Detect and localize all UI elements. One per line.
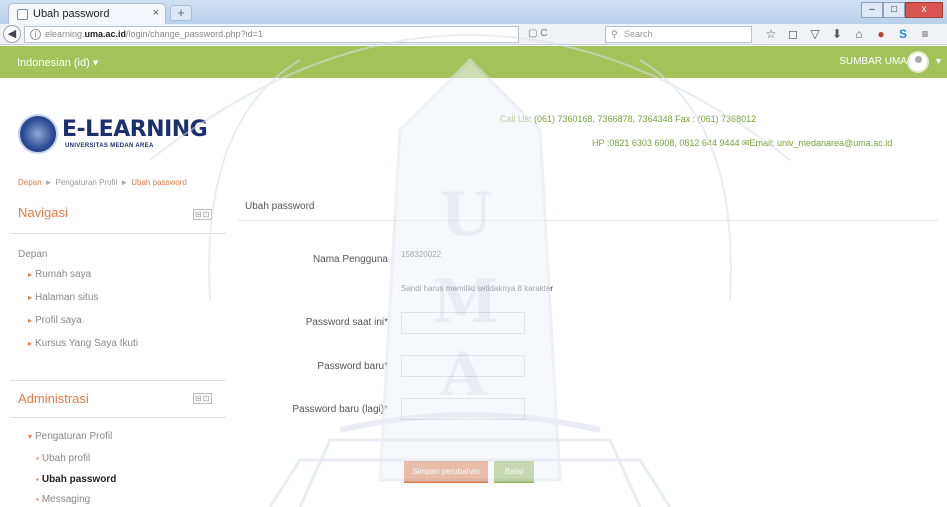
site-topbar: Indonesian (id) ▾ SUMBAR UMA ▾ — [0, 46, 947, 78]
browser-tab[interactable]: Ubah password × — [8, 3, 166, 24]
sidebar-item-label: Rumah saya — [35, 269, 92, 280]
cancel-button[interactable]: Batal — [494, 461, 534, 483]
sidebar-item-change-password[interactable]: ▪ Ubah password — [36, 474, 116, 485]
minimize-button[interactable]: – — [861, 2, 883, 18]
close-window-button[interactable]: x — [905, 2, 943, 18]
breadcrumb-separator: ► — [44, 178, 53, 187]
bullet-icon: ▸ — [28, 293, 33, 302]
breadcrumb-current[interactable]: Ubah password — [131, 178, 187, 187]
breadcrumb-home[interactable]: Depan — [18, 178, 42, 187]
sidebar-item-my-profile[interactable]: ▸ Profil saya — [28, 315, 82, 326]
maximize-button[interactable]: □ — [883, 2, 905, 18]
breadcrumb: Depan ► Pengaturan Profil ► Ubah password — [18, 178, 187, 187]
home-icon[interactable]: ⌂ — [848, 26, 870, 43]
sidebar-item-label: Halaman situs — [35, 292, 99, 303]
browser-titlebar: Ubah password × + – □ x — [0, 0, 947, 24]
new-password-label: Password baru* — [317, 361, 388, 372]
tab-title: Ubah password — [33, 8, 110, 20]
reload-icon[interactable]: ▢ C — [522, 26, 602, 43]
heading-divider — [238, 220, 938, 221]
sidebar-item-messaging[interactable]: ▪ Messaging — [36, 494, 90, 505]
pocket-icon[interactable]: ▽ — [804, 26, 826, 43]
new-password-again-label: Password baru (lagi)* — [292, 404, 388, 415]
current-password-input[interactable] — [401, 312, 525, 334]
current-password-label: Password saat ini* — [305, 317, 388, 328]
sidebar-item-label: Ubah password — [41, 474, 117, 485]
bullet-icon: ▸ — [28, 316, 33, 325]
breadcrumb-profile-settings[interactable]: Pengaturan Profil — [56, 178, 118, 187]
sidebar-item-site-pages[interactable]: ▸ Halaman situs — [28, 292, 98, 303]
username-label: Nama Pengguna — [312, 254, 388, 265]
administration-divider — [10, 417, 226, 418]
tab-close-icon[interactable]: × — [153, 7, 159, 19]
sidebar-item-label: Messaging — [41, 494, 91, 505]
sidebar-item-label: Profil saya — [35, 315, 82, 326]
search-placeholder: Search — [624, 29, 653, 39]
address-bar[interactable]: i elearning.uma.ac.id/login/change_passw… — [24, 26, 519, 43]
info-icon[interactable]: i — [30, 29, 41, 40]
user-name[interactable]: SUMBAR UMA — [839, 56, 907, 67]
bookmark-star-icon[interactable]: ☆ — [760, 26, 782, 43]
user-menu-caret-icon[interactable]: ▾ — [936, 56, 941, 67]
university-logo[interactable] — [18, 114, 58, 154]
sidebar-item-label: Pengaturan Profil — [35, 431, 113, 442]
url-path: /login/change_password.php?id=1 — [126, 29, 263, 39]
bullet-icon: ▸ — [28, 270, 33, 279]
skype-icon[interactable]: S — [892, 26, 914, 43]
adblock-icon[interactable]: ● — [870, 26, 892, 43]
site-title[interactable]: E-LEARNING — [62, 117, 208, 142]
sidebar-item-label: Kursus Yang Saya Ikuti — [35, 338, 139, 349]
expanded-icon: ▾ — [28, 432, 33, 441]
contact-phone: Call Us: (061) 7360168, 7366878, 7364348… — [500, 114, 757, 124]
contact-email: HP :0821 6303 6908, 0812 644 9444 ✉Email… — [592, 138, 893, 148]
breadcrumb-separator: ► — [120, 178, 129, 187]
bullet-icon: ▸ — [28, 339, 33, 348]
sidebar-item-my-home[interactable]: ▸ Rumah saya — [28, 269, 91, 280]
url-domain: uma.ac.id — [84, 29, 127, 39]
sidebar-item-label: Ubah profil — [41, 453, 91, 464]
username-value: 158320022 — [401, 250, 442, 259]
download-icon[interactable]: ⬇ — [826, 26, 848, 43]
avatar[interactable] — [907, 51, 929, 73]
page-favicon-icon — [17, 9, 28, 20]
administration-dock-icon[interactable]: ⊟⊡ — [193, 393, 213, 404]
sidebar-item-home[interactable]: Depan — [18, 249, 47, 260]
save-button[interactable]: Simpan perubahan — [404, 461, 488, 483]
administration-divider-top — [10, 380, 226, 381]
new-tab-button[interactable]: + — [170, 5, 192, 21]
menu-icon[interactable]: ≡ — [914, 26, 936, 43]
search-input[interactable]: ⚲ Search — [605, 26, 752, 43]
search-icon: ⚲ — [611, 29, 618, 39]
sidebar-item-my-courses[interactable]: ▸ Kursus Yang Saya Ikuti — [28, 338, 138, 349]
bookmarks-list-icon[interactable]: ◻ — [782, 26, 804, 43]
new-password-input[interactable] — [401, 355, 525, 377]
password-rule-text: Sandi harus memiliki setidaknya 8 karakt… — [401, 284, 554, 293]
navigation-dock-icon[interactable]: ⊟⊡ — [193, 209, 213, 220]
back-arrow-icon[interactable]: ◀ — [3, 25, 21, 43]
sidebar-item-profile-settings[interactable]: ▾ Pengaturan Profil — [28, 431, 112, 442]
browser-toolbar: ☆ ◻ ▽ ⬇ ⌂ ● S ≡ — [760, 26, 936, 43]
window-controls: – □ x — [861, 2, 943, 18]
url-prefix: elearning. — [45, 29, 85, 39]
language-menu[interactable]: Indonesian (id) ▾ — [17, 56, 98, 69]
page-title: Ubah password — [245, 201, 315, 212]
browser-navbar: ◀ i elearning.uma.ac.id/login/change_pas… — [0, 24, 947, 45]
new-password-again-input[interactable] — [401, 398, 525, 420]
watermark-letter-u: U — [440, 180, 492, 250]
navigation-block-title: Navigasi — [18, 205, 68, 220]
sidebar-item-edit-profile[interactable]: ▪ Ubah profil — [36, 453, 90, 464]
site-subtitle: UNIVERSITAS MEDAN AREA — [65, 143, 154, 149]
administration-block-title: Administrasi — [18, 391, 89, 406]
navigation-divider — [10, 233, 226, 234]
